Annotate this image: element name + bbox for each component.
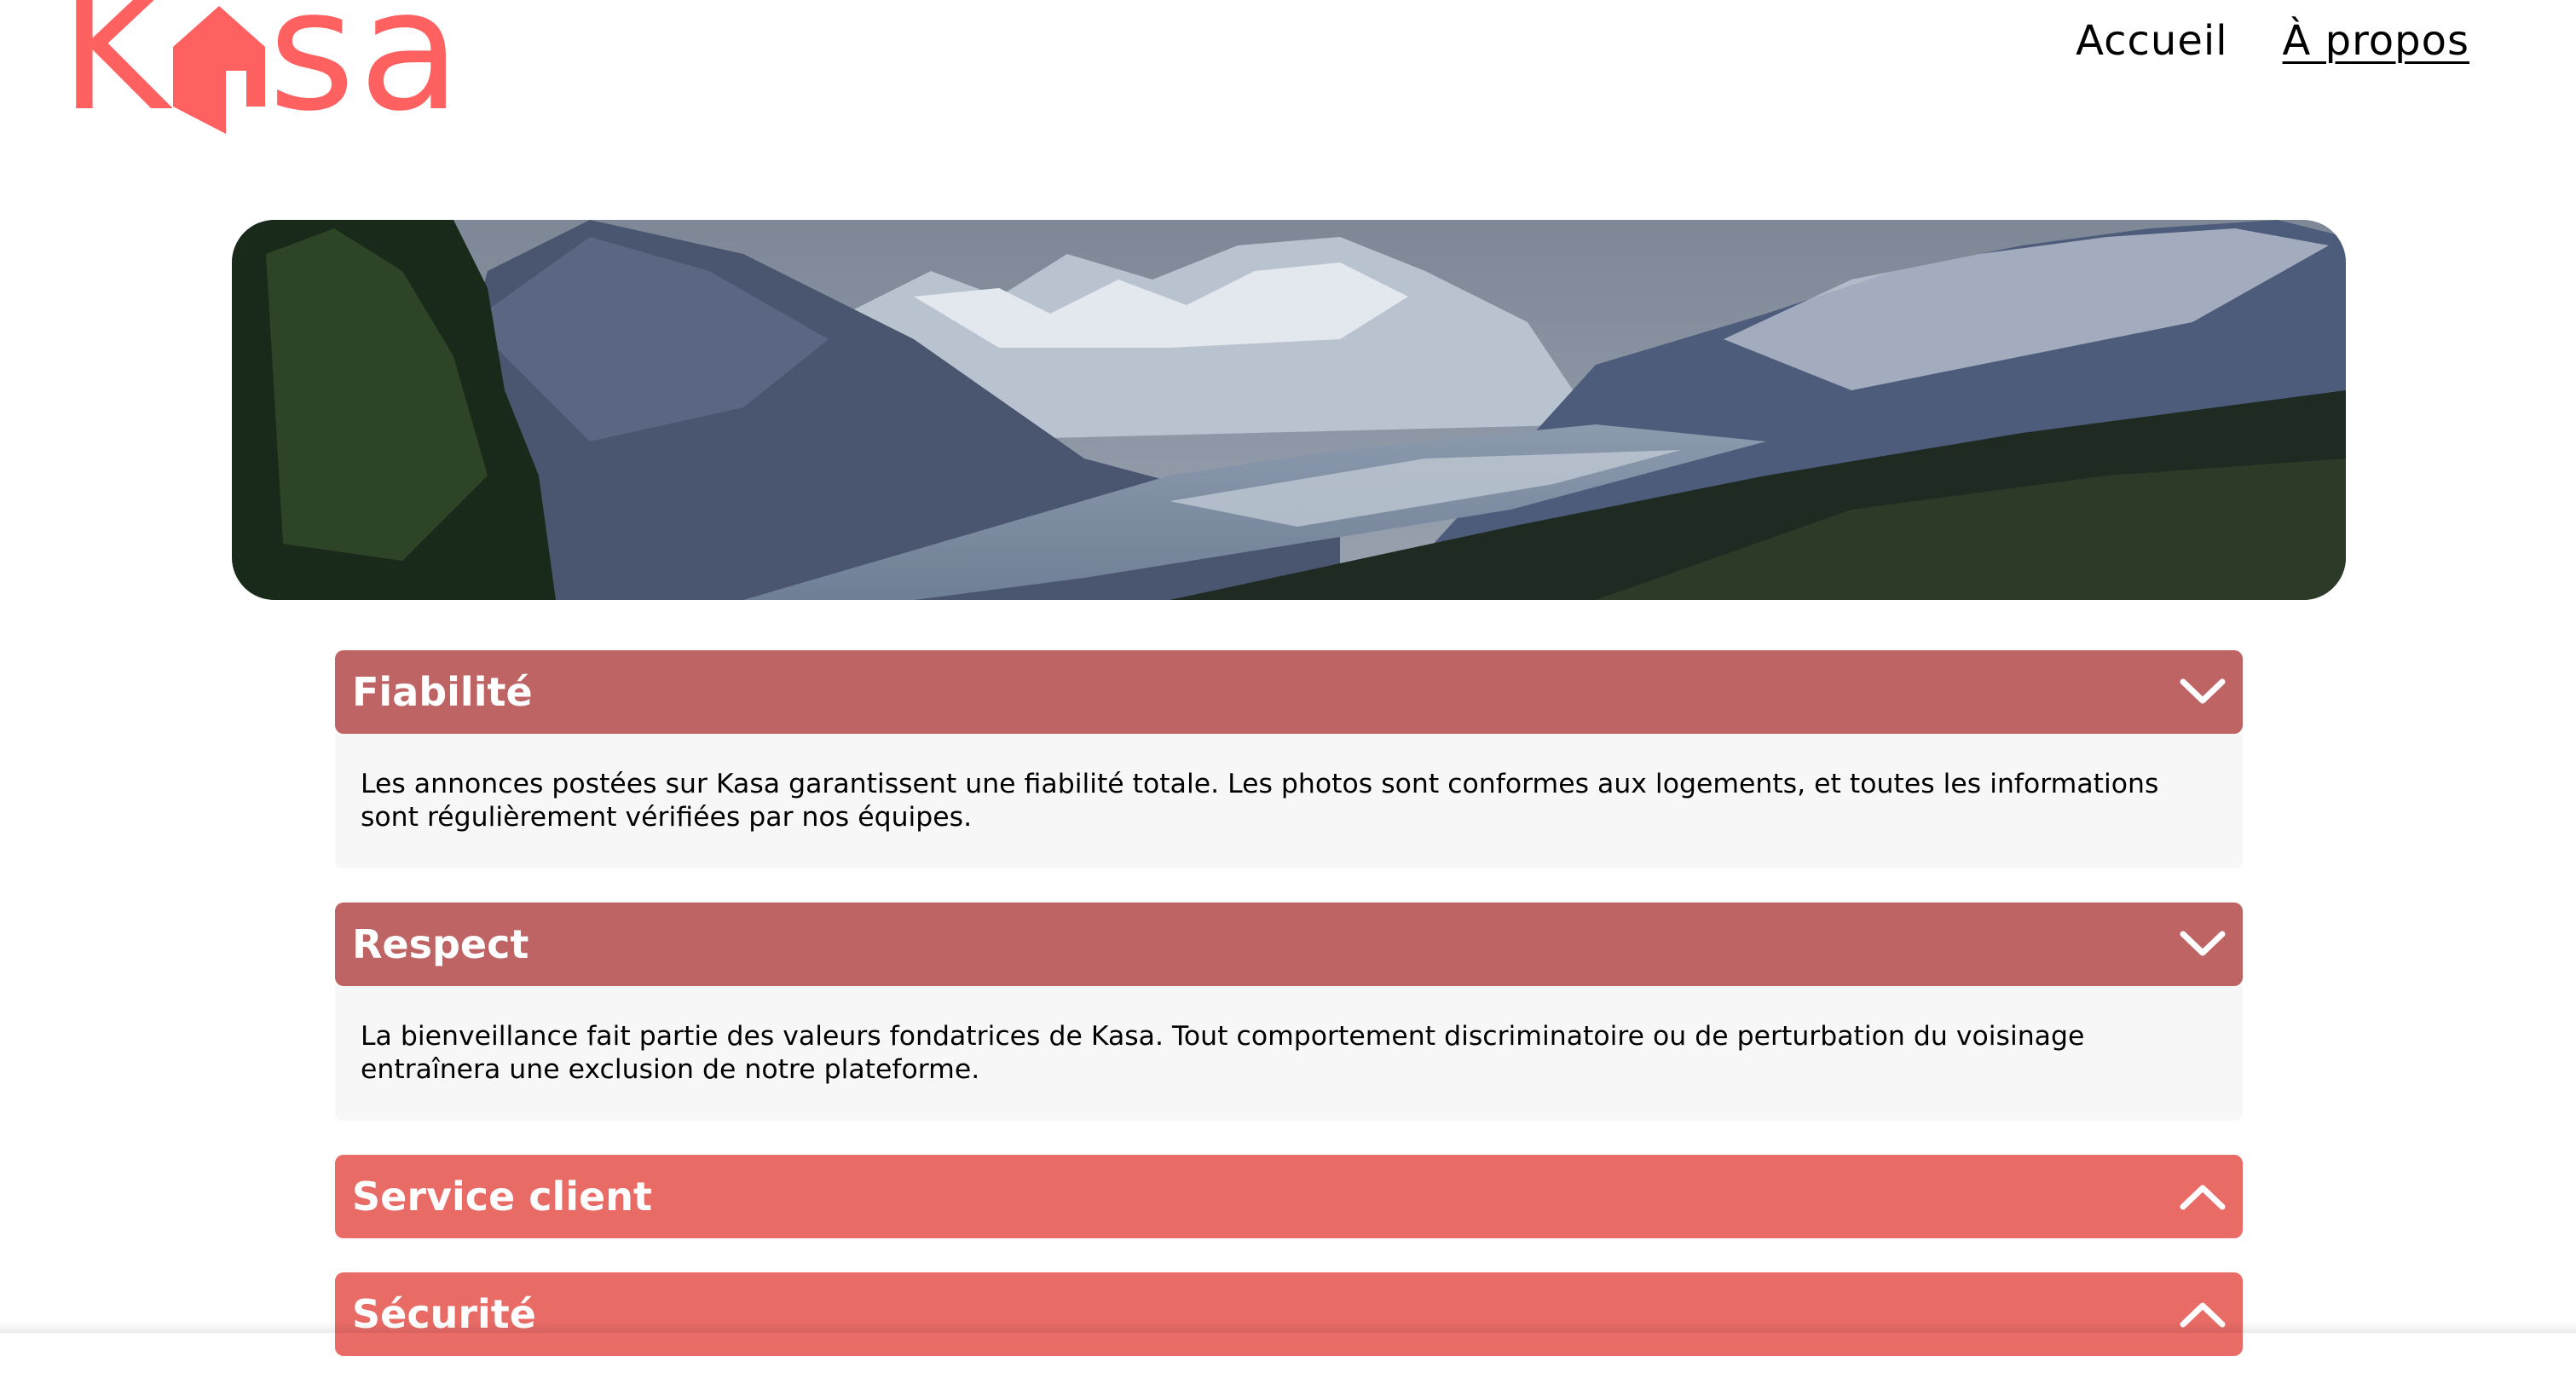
mountain-landscape-image <box>232 220 2346 600</box>
banner-image <box>232 220 2346 600</box>
logo-letter-k: K <box>60 0 173 135</box>
kasa-logo[interactable]: K sa <box>60 0 465 135</box>
nav-link-a-propos[interactable]: À propos <box>2283 17 2469 65</box>
logo-letters-sa: sa <box>269 0 465 135</box>
collapse-header-service-client[interactable]: Service client <box>335 1155 2243 1238</box>
collapse-service-client: Service client <box>335 1155 2243 1238</box>
collapse-header-fiabilite[interactable]: Fiabilité <box>335 650 2243 734</box>
collapse-header-securite[interactable]: Sécurité <box>335 1272 2243 1356</box>
collapse-list: Fiabilité Les annonces postées sur Kasa … <box>335 650 2243 1390</box>
collapse-securite: Sécurité <box>335 1272 2243 1356</box>
collapse-respect: Respect La bienveillance fait partie des… <box>335 903 2243 1121</box>
collapse-title: Service client <box>352 1174 652 1220</box>
chevron-down-icon[interactable] <box>2180 677 2226 707</box>
chevron-down-icon[interactable] <box>2180 929 2226 960</box>
main-nav: Accueil À propos <box>2076 17 2469 65</box>
collapse-title: Fiabilité <box>352 669 533 715</box>
collapse-title: Respect <box>352 921 528 967</box>
nav-link-accueil[interactable]: Accueil <box>2076 17 2227 65</box>
collapse-fiabilite: Fiabilité Les annonces postées sur Kasa … <box>335 650 2243 868</box>
site-header: K sa Accueil À propos <box>0 0 2576 119</box>
chevron-up-icon[interactable] <box>2180 1181 2226 1212</box>
collapse-header-respect[interactable]: Respect <box>335 903 2243 986</box>
collapse-content: La bienveillance fait partie des valeurs… <box>335 986 2243 1121</box>
bottom-shadow <box>0 1321 2576 1333</box>
collapse-content: Les annonces postées sur Kasa garantisse… <box>335 734 2243 868</box>
house-icon <box>173 6 265 134</box>
